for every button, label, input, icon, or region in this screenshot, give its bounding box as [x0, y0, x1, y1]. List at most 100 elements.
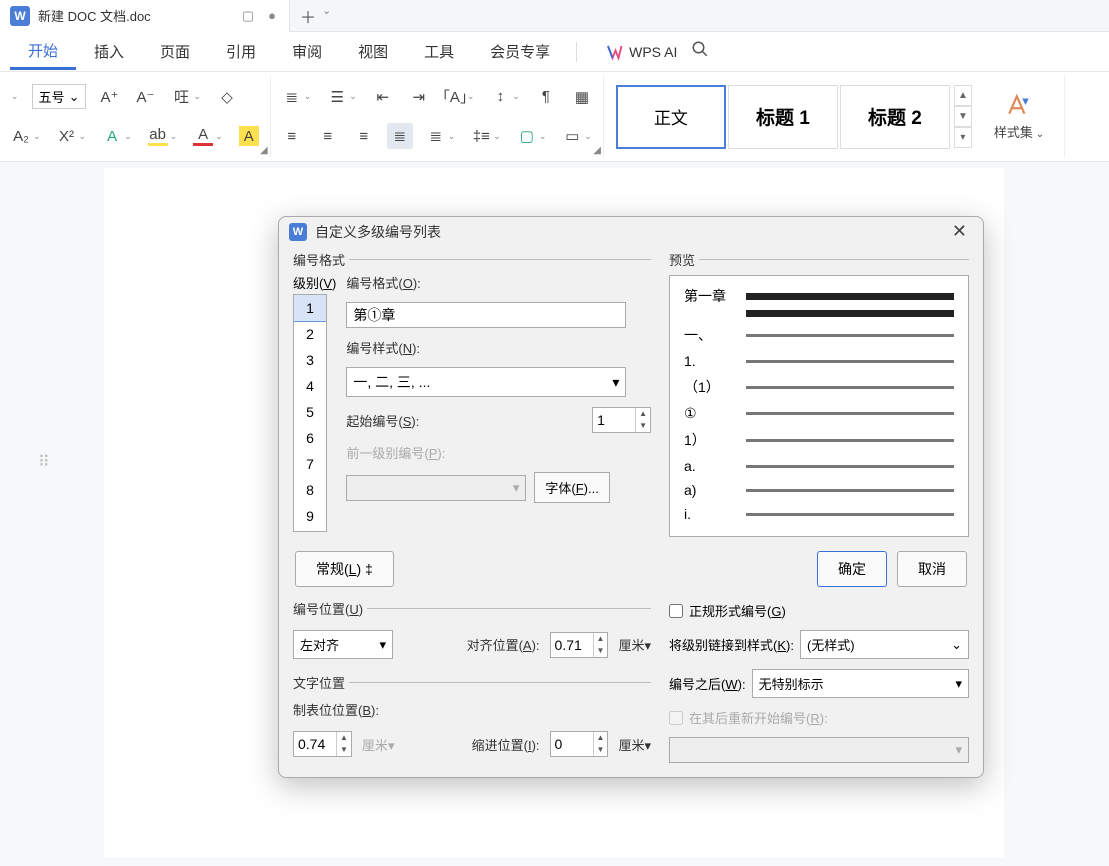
start-number-spinner[interactable]: ▲▼	[592, 407, 651, 433]
ribbon-font-group: ⌄ 五号⌄ A⁺ A⁻ 㕵⌄ ◇ A₂⌄ X²⌄ A⌄ ab⌄ A⌄ A ◢	[0, 76, 271, 157]
line-spacing-button[interactable]: ‡≡⌄	[468, 123, 504, 149]
font-family-dropdown[interactable]: ⌄	[8, 88, 22, 105]
number-list-button[interactable]: ☰⌄	[324, 84, 360, 110]
distribute-button[interactable]: ≣⌄	[423, 123, 459, 149]
chevron-down-icon: ▾	[379, 637, 386, 653]
increase-indent-button[interactable]: ⇥	[406, 84, 432, 110]
increase-font-button[interactable]: A⁺	[96, 84, 122, 110]
spin-down-icon[interactable]: ▼	[337, 744, 351, 756]
new-tab-button[interactable]: ＋ ⌄	[290, 4, 341, 28]
superscript-button[interactable]: X²⌄	[54, 123, 90, 149]
borders-button[interactable]: ▭⌄	[559, 123, 595, 149]
legal-format-checkbox[interactable]: 正规形式编号(G)	[669, 601, 969, 620]
menu-start[interactable]: 开始	[10, 34, 76, 70]
spin-up-icon[interactable]: ▲	[636, 408, 650, 420]
shading-button[interactable]: ▢⌄	[514, 123, 550, 149]
phonetic-guide-button[interactable]: 「A」⌄	[442, 84, 478, 110]
level-item-4[interactable]: 4	[294, 373, 326, 399]
preview-box: 第一章 一、 1. （1） ① 1） a. a) i.	[669, 275, 969, 537]
change-case-button[interactable]: 㕵⌄	[168, 84, 204, 110]
menu-view[interactable]: 视图	[340, 35, 406, 68]
menu-tools[interactable]: 工具	[406, 35, 472, 68]
style-heading1[interactable]: 标题 1	[728, 85, 838, 149]
clear-format-button[interactable]: ◇	[214, 84, 240, 110]
after-number-dropdown[interactable]: 无特别标示▾	[752, 669, 969, 698]
drag-handle-icon[interactable]: ⠿	[38, 452, 52, 472]
decrease-indent-button[interactable]: ⇤	[370, 84, 396, 110]
menu-insert[interactable]: 插入	[76, 35, 142, 68]
font-size-dropdown[interactable]: 五号⌄	[32, 84, 87, 109]
spin-up-icon[interactable]: ▲	[337, 732, 351, 744]
styleset-button[interactable]: 样式集 ⌄	[982, 92, 1056, 141]
spin-up-icon[interactable]: ▲	[594, 732, 608, 744]
paragraph-dialog-launcher[interactable]: ◢	[593, 145, 601, 156]
subscript-button[interactable]: A₂⌄	[8, 123, 44, 149]
char-shading-button[interactable]: A	[236, 123, 262, 149]
font-dialog-launcher[interactable]: ◢	[260, 145, 268, 156]
menu-review[interactable]: 审阅	[274, 35, 340, 68]
level-item-1[interactable]: 1	[294, 295, 326, 321]
level-item-8[interactable]: 8	[294, 477, 326, 503]
style-scroll-up[interactable]: ▲	[954, 85, 972, 106]
ok-button[interactable]: 确定	[817, 551, 887, 587]
indent-position-input[interactable]	[551, 732, 593, 756]
tab-position-input[interactable]	[294, 732, 336, 756]
style-normal[interactable]: 正文	[616, 85, 726, 149]
dialog-title: 自定义多级编号列表	[315, 222, 441, 242]
level-item-9[interactable]: 9	[294, 503, 326, 529]
number-format-input[interactable]	[346, 302, 626, 328]
bullet-list-button[interactable]: ≣⌄	[279, 84, 315, 110]
document-tab[interactable]: W 新建 DOC 文档.doc ▢ ●	[0, 0, 290, 32]
menu-page[interactable]: 页面	[142, 35, 208, 68]
legal-format-checkbox-input[interactable]	[669, 604, 683, 618]
tab-close-icon[interactable]: ●	[265, 8, 279, 23]
spin-up-icon[interactable]: ▲	[594, 633, 608, 645]
show-marks-button[interactable]: ¶	[533, 84, 559, 110]
font-color-button[interactable]: A⌄	[190, 123, 226, 149]
search-icon[interactable]	[691, 40, 709, 63]
word-app-icon: W	[10, 6, 30, 26]
decrease-font-button[interactable]: A⁻	[132, 84, 158, 110]
text-effects-button[interactable]: A⌄	[99, 123, 135, 149]
spin-down-icon[interactable]: ▼	[636, 420, 650, 432]
preview-line-9: i.	[684, 506, 740, 522]
spin-down-icon[interactable]: ▼	[594, 744, 608, 756]
chevron-down-icon: ▾	[612, 374, 619, 391]
indent-position-spinner[interactable]: ▲▼	[550, 731, 609, 757]
level-item-7[interactable]: 7	[294, 451, 326, 477]
sort-button[interactable]: ↕⌄	[487, 84, 523, 110]
align-position-input[interactable]	[551, 633, 593, 657]
cancel-button[interactable]: 取消	[897, 551, 967, 587]
restart-after-dropdown: ▾	[669, 737, 969, 763]
number-style-dropdown[interactable]: 一, 二, 三, ... ▾	[346, 367, 626, 397]
align-right-button[interactable]: ≡	[351, 123, 377, 149]
style-scroll-down[interactable]: ▼	[954, 106, 972, 127]
chevron-down-icon: ⌄	[951, 637, 962, 653]
start-number-input[interactable]	[593, 408, 635, 432]
align-position-spinner[interactable]: ▲▼	[550, 632, 609, 658]
font-button[interactable]: 字体(F)...	[534, 472, 609, 503]
level-listbox[interactable]: 1 2 3 4 5 6 7 8 9	[293, 294, 327, 532]
menu-member[interactable]: 会员专享	[472, 35, 568, 68]
link-style-dropdown[interactable]: (无样式)⌄	[800, 630, 969, 659]
wps-ai-button[interactable]: WPS AI	[605, 43, 677, 61]
style-heading2[interactable]: 标题 2	[840, 85, 950, 149]
spin-down-icon[interactable]: ▼	[594, 645, 608, 657]
align-center-button[interactable]: ≡	[315, 123, 341, 149]
dialog-titlebar[interactable]: W 自定义多级编号列表 ✕	[279, 217, 983, 246]
alignment-dropdown[interactable]: 左对齐▾	[293, 630, 393, 659]
menu-reference[interactable]: 引用	[208, 35, 274, 68]
level-item-3[interactable]: 3	[294, 347, 326, 373]
border-grid-button[interactable]: ▦	[569, 84, 595, 110]
las-item-2[interactable]: 2	[294, 321, 326, 347]
align-justify-button[interactable]: ≣	[387, 123, 413, 149]
normal-mode-button[interactable]: 常规(L) ‡	[295, 551, 394, 587]
level-item-5[interactable]: 5	[294, 399, 326, 425]
style-gallery-expand[interactable]: ▾	[954, 127, 972, 148]
tab-restore-icon[interactable]: ▢	[239, 8, 257, 24]
level-item-6[interactable]: 6	[294, 425, 326, 451]
align-left-button[interactable]: ≡	[279, 123, 305, 149]
highlight-button[interactable]: ab⌄	[145, 123, 181, 149]
dialog-close-button[interactable]: ✕	[946, 219, 973, 244]
tab-position-spinner[interactable]: ▲▼	[293, 731, 352, 757]
